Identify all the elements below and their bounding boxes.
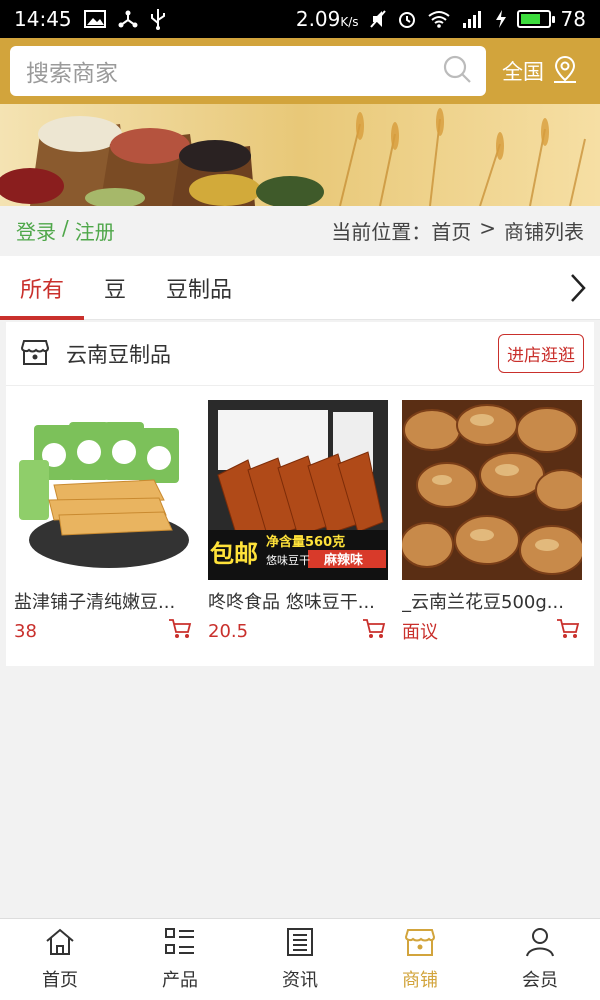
- enter-shop-button[interactable]: 进店逛逛: [498, 334, 584, 373]
- category-tabs: 所有 豆 豆制品: [0, 256, 600, 320]
- home-icon: [44, 927, 76, 962]
- cart-icon[interactable]: [168, 618, 192, 644]
- battery-icon: [516, 10, 555, 28]
- breadcrumb-row: 登录 / 注册 当前位置：首页 > 商铺列表: [0, 206, 600, 254]
- network-speed: 2.09K/s: [295, 7, 359, 31]
- region-selector[interactable]: 全国: [502, 54, 580, 89]
- breadcrumb-home[interactable]: 首页: [431, 220, 471, 244]
- wifi-icon: [427, 10, 451, 28]
- product-overlay-badge: 包邮: [210, 540, 258, 568]
- product-overlay-net: 净含量560克: [266, 534, 345, 550]
- nav-member-label: 会员: [522, 970, 558, 991]
- product-price: 38: [14, 620, 37, 642]
- product-image[interactable]: [402, 400, 582, 580]
- register-link[interactable]: 注册: [75, 216, 115, 245]
- header-bar: 搜索商家 全国: [0, 38, 600, 104]
- nav-products-label: 产品: [162, 970, 198, 991]
- charging-icon: [495, 9, 507, 29]
- auth-separator: /: [62, 215, 69, 240]
- shop-card: 云南豆制品 进店逛逛 盐津铺子清纯嫩豆... 38 包邮 净含量560克 悠味豆…: [6, 322, 594, 666]
- bottom-nav: 首页 产品 资讯 商铺 会员: [0, 918, 600, 1000]
- search-icon[interactable]: [442, 54, 472, 88]
- auth-links: 登录 / 注册: [16, 216, 115, 245]
- news-icon: [285, 927, 315, 962]
- shop-name[interactable]: 云南豆制品: [66, 339, 171, 369]
- product-price: 20.5: [208, 620, 249, 642]
- chevron-right-icon[interactable]: [556, 256, 600, 320]
- shop-header: 云南豆制品 进店逛逛: [6, 322, 594, 386]
- list-icon: [164, 927, 196, 962]
- nav-news[interactable]: 资讯: [240, 919, 360, 1000]
- product-list: 盐津铺子清纯嫩豆... 38 包邮 净含量560克 悠味豆干 麻辣味 咚咚食品 …: [6, 386, 594, 644]
- nav-member[interactable]: 会员: [480, 919, 600, 1000]
- breadcrumb-current: 商铺列表: [504, 219, 584, 244]
- tab-bean-products[interactable]: 豆制品: [146, 256, 252, 320]
- product-overlay-sub: 悠味豆干: [266, 553, 310, 567]
- product-name[interactable]: 盐津铺子清纯嫩豆...: [14, 588, 196, 614]
- location-pin-icon: [550, 54, 580, 89]
- product-image[interactable]: 包邮 净含量560克 悠味豆干 麻辣味: [208, 400, 388, 580]
- breadcrumb-separator: >: [479, 215, 496, 240]
- product-overlay-flavor: 麻辣味: [323, 552, 363, 568]
- cart-icon[interactable]: [556, 618, 580, 644]
- product-item[interactable]: 包邮 净含量560克 悠味豆干 麻辣味 咚咚食品 悠味豆干... 20.5: [200, 400, 394, 644]
- product-image[interactable]: [14, 400, 194, 580]
- store-icon: [20, 337, 50, 371]
- status-bar: 14:45 2.09K/s 78: [0, 0, 600, 38]
- product-item[interactable]: _云南兰花豆500g... 面议: [394, 400, 588, 644]
- product-price: 面议: [402, 622, 438, 643]
- share-icon: [118, 9, 138, 29]
- tab-beans[interactable]: 豆: [84, 256, 146, 320]
- mute-icon: [369, 9, 387, 29]
- usb-icon: [150, 8, 166, 30]
- search-placeholder: 搜索商家: [26, 61, 118, 87]
- nav-news-label: 资讯: [282, 970, 318, 991]
- product-name[interactable]: 咚咚食品 悠味豆干...: [208, 588, 390, 614]
- nav-shops[interactable]: 商铺: [360, 919, 480, 1000]
- breadcrumb: 当前位置：首页 > 商铺列表: [331, 216, 584, 245]
- alarm-icon: [397, 9, 417, 29]
- search-input[interactable]: 搜索商家: [10, 46, 486, 96]
- image-icon: [83, 10, 106, 28]
- product-item[interactable]: 盐津铺子清纯嫩豆... 38: [6, 400, 200, 644]
- cart-icon[interactable]: [362, 618, 386, 644]
- region-label: 全国: [502, 60, 544, 84]
- nav-products[interactable]: 产品: [120, 919, 240, 1000]
- product-name[interactable]: _云南兰花豆500g...: [402, 588, 584, 614]
- shop-icon: [404, 927, 436, 962]
- user-icon: [525, 927, 555, 962]
- breadcrumb-prefix: 当前位置：首页: [331, 219, 472, 244]
- signal-icon: [461, 9, 485, 29]
- nav-home-label: 首页: [42, 970, 78, 991]
- nav-shops-label: 商铺: [402, 970, 438, 991]
- login-link[interactable]: 登录: [16, 216, 56, 245]
- status-time: 14:45: [14, 7, 72, 31]
- nav-home[interactable]: 首页: [0, 919, 120, 1000]
- banner-image[interactable]: [0, 104, 600, 206]
- tab-all[interactable]: 所有: [0, 256, 85, 320]
- battery-percent: 78: [560, 7, 586, 31]
